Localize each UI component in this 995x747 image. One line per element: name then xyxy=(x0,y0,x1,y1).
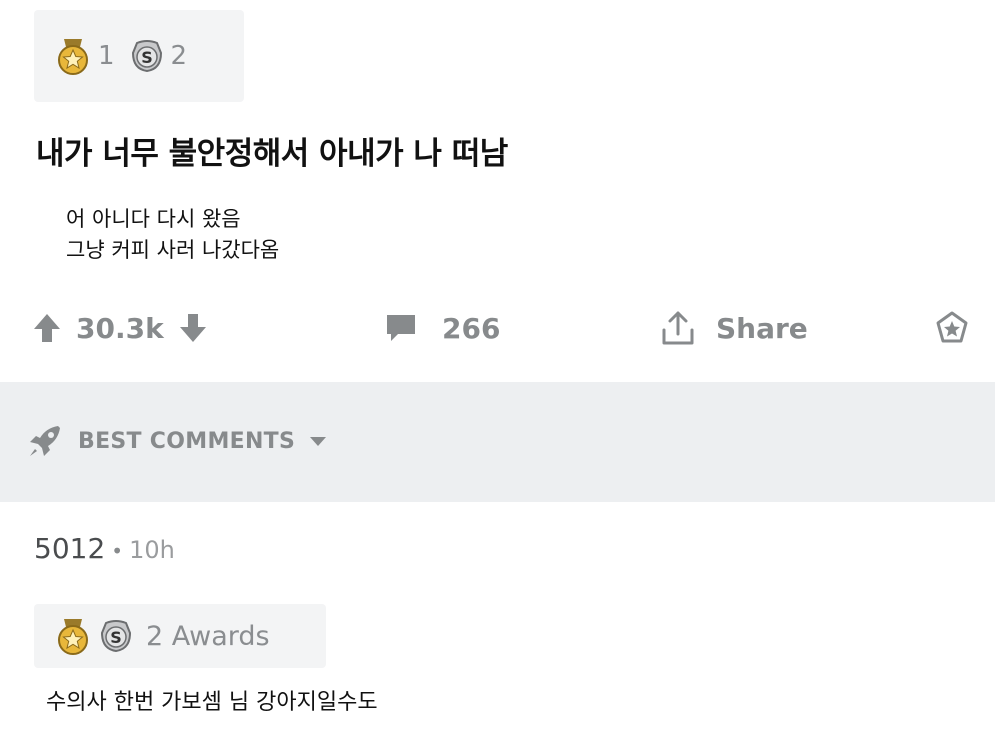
post-page: 1 S 2 내가 너무 불안정해서 아내가 나 떠남 어 아니다 다시 왔음 그… xyxy=(0,0,995,747)
post-action-bar: 30.3k 266 Share xyxy=(0,300,995,356)
comment-username[interactable]: 5012 xyxy=(34,532,105,565)
vote-score: 30.3k xyxy=(76,311,164,345)
post-awards[interactable]: 1 S 2 xyxy=(34,10,244,102)
comments-count: 266 xyxy=(442,311,501,345)
meta-separator: • xyxy=(111,539,124,563)
upvote-arrow-icon[interactable] xyxy=(32,312,62,344)
award-post-button[interactable] xyxy=(935,300,969,356)
silver-award-count: 2 xyxy=(170,41,188,71)
svg-text:S: S xyxy=(110,628,122,647)
share-icon xyxy=(662,311,694,345)
comment-awards[interactable]: S 2 Awards xyxy=(34,604,326,668)
vote-group: 30.3k xyxy=(32,300,208,356)
silver-award-icon: S xyxy=(131,40,162,73)
gold-award-count: 1 xyxy=(98,41,115,71)
comment-timestamp: 10h xyxy=(129,536,175,564)
comment-body: 수의사 한번 가보셈 님 강아지일수도 xyxy=(46,690,378,715)
award-gift-icon xyxy=(936,311,968,343)
downvote-arrow-icon[interactable] xyxy=(178,312,208,344)
post-body: 어 아니다 다시 왔음 그냥 커피 사러 나갔다옴 xyxy=(66,204,279,266)
share-button[interactable]: Share xyxy=(660,300,808,356)
best-comments-band: BEST COMMENTS xyxy=(0,382,995,502)
best-comments-sort[interactable]: BEST COMMENTS xyxy=(26,422,327,460)
caret-down-icon xyxy=(310,437,327,446)
post-title: 내가 너무 불안정해서 아내가 나 떠남 xyxy=(36,136,508,172)
svg-text:S: S xyxy=(141,48,153,67)
post-body-line: 그냥 커피 사러 나갔다옴 xyxy=(66,238,280,262)
comments-button[interactable]: 266 xyxy=(384,300,500,356)
comment-awards-label: 2 Awards xyxy=(146,620,270,652)
gold-award-icon xyxy=(58,619,88,655)
silver-award-icon: S xyxy=(100,620,132,653)
post-body-line: 어 아니다 다시 왔음 xyxy=(66,207,241,231)
comment-bubble-icon xyxy=(387,315,415,341)
comment-meta: 5012 • 10h xyxy=(34,532,175,565)
best-comments-label: BEST COMMENTS xyxy=(78,428,296,454)
rocket-icon xyxy=(30,426,60,456)
share-label: Share xyxy=(716,311,808,345)
gold-award-icon xyxy=(58,39,88,75)
